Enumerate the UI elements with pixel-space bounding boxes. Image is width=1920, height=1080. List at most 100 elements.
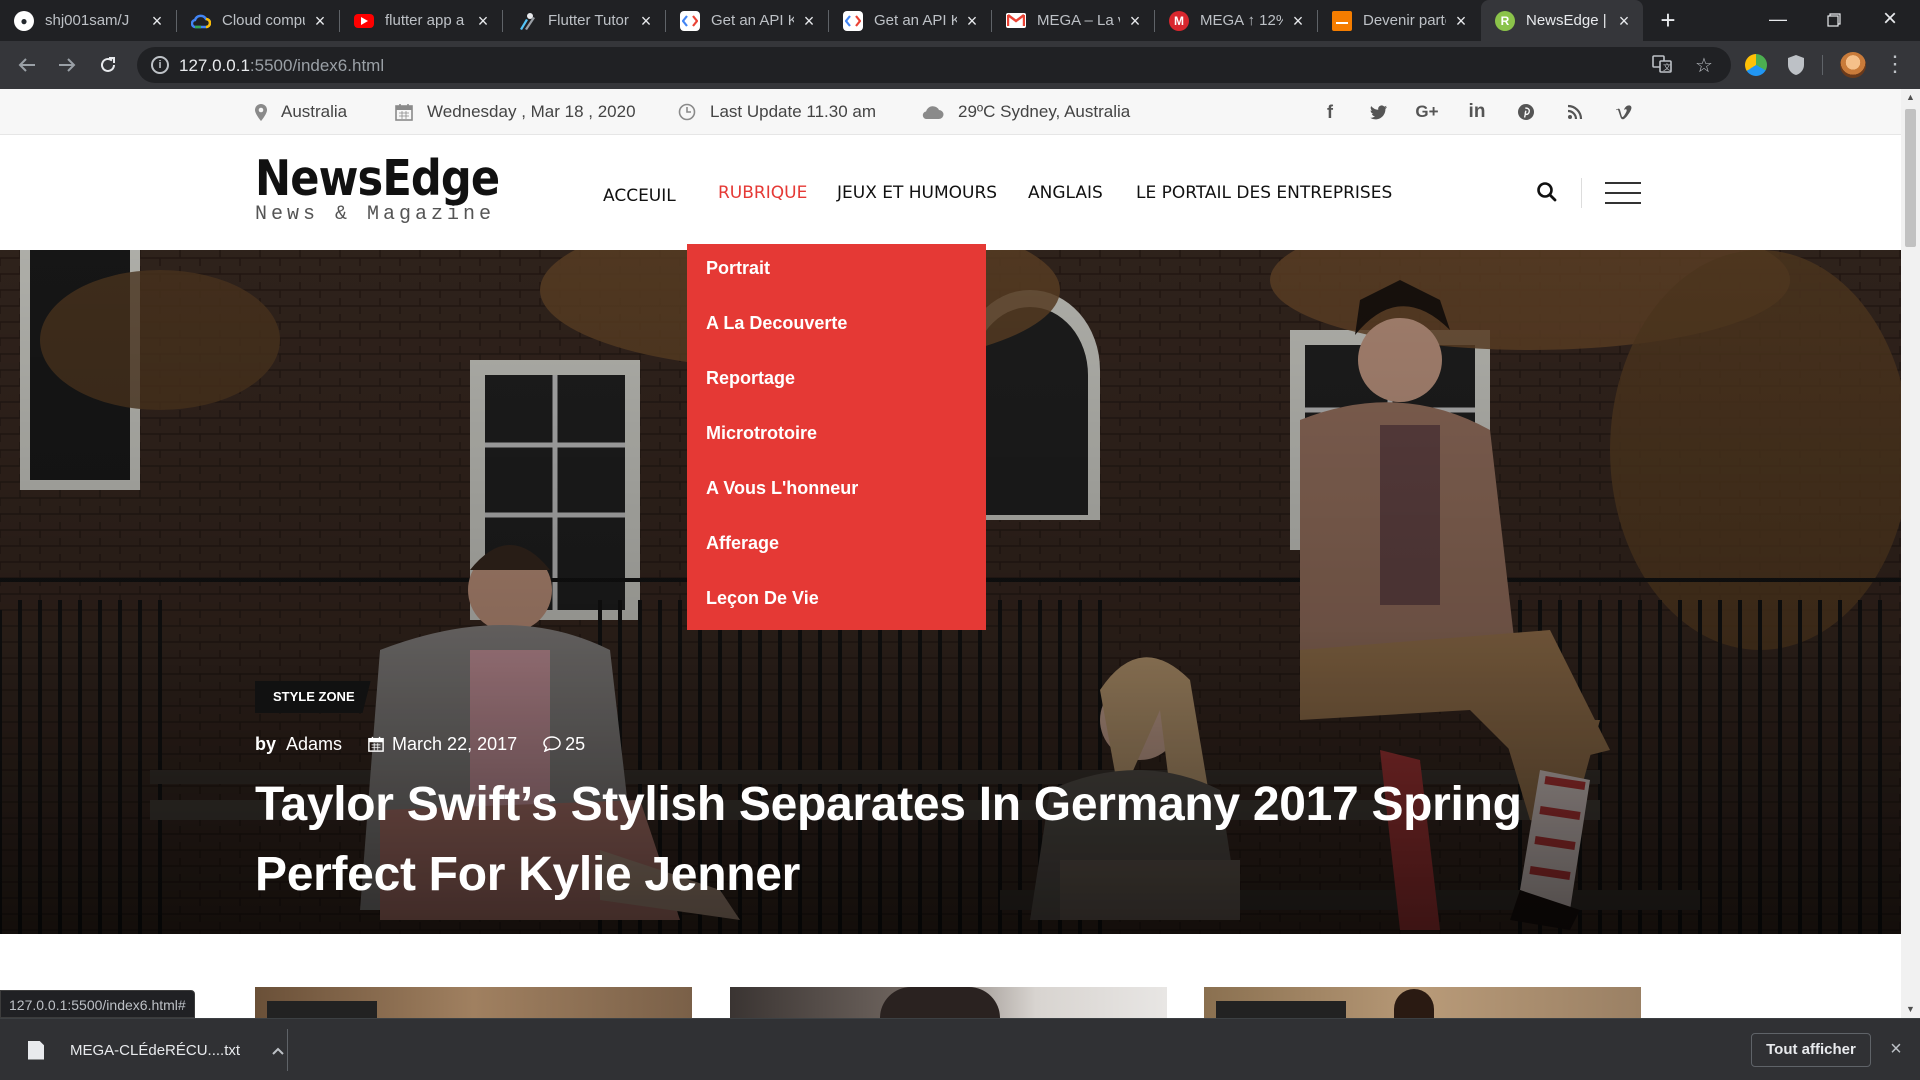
tab-mega[interactable]: M MEGA ↑ 12% × <box>1155 0 1317 41</box>
close-icon[interactable]: × <box>963 12 981 30</box>
post-meta: by Adams March 22, 2017 25 <box>255 731 585 757</box>
tab-title: MEGA ↑ 12% <box>1200 12 1283 29</box>
tab-api-key-1[interactable]: Get an API K × <box>666 0 828 41</box>
tab-title: Get an API K <box>874 12 957 29</box>
tab-youtube[interactable]: flutter app a × <box>340 0 502 41</box>
tab-title: MEGA – La v <box>1037 12 1120 29</box>
tab-title: flutter app a <box>385 12 465 29</box>
tab-strip: ● shj001sam/J × Cloud compu × flutter ap… <box>0 0 1920 41</box>
google-plus-icon[interactable]: G+ <box>1410 89 1444 135</box>
card-image[interactable] <box>255 987 692 1018</box>
developers-icon <box>680 10 700 31</box>
facebook-icon[interactable]: f <box>1313 89 1347 135</box>
hamburger-menu-icon[interactable] <box>1605 182 1641 204</box>
author-link[interactable]: Adams <box>286 734 342 755</box>
close-icon[interactable]: × <box>1126 12 1144 30</box>
dropdown-item-a-vous-lhonneur[interactable]: A Vous L'honneur <box>687 472 986 527</box>
logo-name: NewsEdge <box>255 150 500 207</box>
scrollbar-thumb[interactable] <box>1905 109 1916 247</box>
nav-anglais[interactable]: ANGLAIS <box>1028 135 1103 250</box>
minimize-icon[interactable]: — <box>1750 0 1806 41</box>
tab-title: Flutter Tutor <box>548 12 629 29</box>
rss-icon[interactable] <box>1558 89 1592 135</box>
tab-title: Cloud compu <box>222 12 305 29</box>
address-bar[interactable]: i 127.0.0.1:5500/index6.html 文 ☆ <box>137 47 1731 83</box>
youtube-icon <box>354 13 374 28</box>
info-icon[interactable]: i <box>151 56 169 74</box>
tab-title: shj001sam/J <box>45 12 130 29</box>
dropdown-item-a-la-decouverte[interactable]: A La Decouverte <box>687 307 986 362</box>
restore-icon[interactable] <box>1806 0 1862 41</box>
profile-avatar[interactable] <box>1840 52 1866 78</box>
dropdown-item-microtrotoire[interactable]: Microtrotoire <box>687 417 986 472</box>
nav-jeux-et-humours[interactable]: JEUX ET HUMOURS <box>837 135 997 250</box>
nav-portail-entreprises[interactable]: LE PORTAIL DES ENTREPRISES <box>1136 135 1392 250</box>
close-icon[interactable]: × <box>1615 12 1633 30</box>
shield-icon[interactable] <box>1786 54 1808 76</box>
close-icon[interactable]: × <box>637 12 655 30</box>
nav-acceuil[interactable]: ACCEUIL <box>603 138 676 253</box>
scroll-down-icon[interactable]: ▼ <box>1901 1001 1920 1018</box>
tab-title: Devenir parte <box>1363 12 1446 29</box>
translate-icon[interactable]: 文 <box>1651 55 1673 77</box>
close-icon[interactable]: × <box>1884 1037 1908 1061</box>
close-window-icon[interactable]: × <box>1862 0 1918 41</box>
close-icon[interactable]: × <box>1452 12 1470 30</box>
extension-icon[interactable] <box>1745 54 1767 76</box>
tab-newsedge[interactable]: R NewsEdge | × <box>1481 0 1643 41</box>
date-text: Wednesday , Mar 18 , 2020 <box>427 102 636 121</box>
tab-cloud[interactable]: Cloud compu × <box>177 0 339 41</box>
download-item[interactable]: MEGA-CLÉdeRÉCU....txt <box>12 1029 288 1071</box>
tab-title: Get an API K <box>711 12 794 29</box>
dropdown-item-lecon-de-vie[interactable]: Leçon De Vie <box>687 582 986 637</box>
browser-toolbar: i 127.0.0.1:5500/index6.html 文 ☆ ⋮ <box>0 41 1920 89</box>
page-scrollbar[interactable]: ▲ ▼ <box>1901 89 1920 1018</box>
card-image[interactable] <box>1204 987 1641 1018</box>
card-image[interactable] <box>730 987 1167 1018</box>
close-icon[interactable]: × <box>148 12 166 30</box>
scroll-up-icon[interactable]: ▲ <box>1901 89 1920 106</box>
nav-rubrique[interactable]: RUBRIQUE <box>718 135 807 250</box>
site-logo[interactable]: NewsEdge News & Magazine <box>255 150 533 227</box>
dropdown-item-afferage[interactable]: Afferage <box>687 527 986 582</box>
mega-icon: M <box>1169 10 1189 31</box>
pinterest-icon[interactable] <box>1509 89 1543 135</box>
twitter-icon[interactable] <box>1362 89 1396 135</box>
vimeo-icon[interactable] <box>1607 89 1641 135</box>
download-filename: MEGA-CLÉdeRÉCU....txt <box>70 1041 241 1059</box>
category-badge[interactable]: STYLE ZONE <box>255 681 371 713</box>
dropdown-item-reportage[interactable]: Reportage <box>687 362 986 417</box>
close-icon[interactable]: × <box>311 12 329 30</box>
dropdown-item-portrait[interactable]: Portrait <box>687 252 986 307</box>
close-icon[interactable]: × <box>1289 12 1307 30</box>
new-tab-button[interactable]: + <box>1653 5 1683 35</box>
calendar-icon <box>395 103 413 121</box>
linkedin-icon[interactable]: in <box>1460 89 1494 135</box>
close-icon[interactable]: × <box>474 12 492 30</box>
map-marker-icon <box>255 103 267 121</box>
tab-flutter[interactable]: Flutter Tutor × <box>503 0 665 41</box>
reload-button[interactable] <box>93 50 123 80</box>
tab-blogger[interactable]: Devenir parte × <box>1318 0 1480 41</box>
location-text: Australia <box>281 102 348 121</box>
comment-count[interactable]: 25 <box>565 734 585 755</box>
page-viewport: Australia Wednesday , Mar 18 , 2020 Last… <box>0 89 1901 1018</box>
tab-github[interactable]: ● shj001sam/J × <box>0 0 176 41</box>
clock-icon <box>678 103 696 121</box>
google-cloud-icon <box>191 11 211 31</box>
tab-api-key-2[interactable]: Get an API K × <box>829 0 991 41</box>
forward-button[interactable] <box>52 50 82 80</box>
github-icon: ● <box>14 10 34 31</box>
menu-kebab-icon[interactable]: ⋮ <box>1884 53 1906 75</box>
hero-headline[interactable]: Taylor Swift’s Stylish Separates In Germ… <box>255 770 1555 910</box>
show-all-downloads-button[interactable]: Tout afficher <box>1751 1033 1871 1067</box>
search-icon[interactable] <box>1532 177 1562 207</box>
weather-info: 29ºC Sydney, Australia <box>920 89 1130 135</box>
tab-gmail-mega[interactable]: MEGA – La v × <box>992 0 1154 41</box>
tab-title: NewsEdge | <box>1526 12 1607 29</box>
back-button[interactable] <box>12 50 42 80</box>
bookmark-star-icon[interactable]: ☆ <box>1693 55 1715 77</box>
cloud-icon <box>920 104 944 120</box>
chevron-up-icon[interactable] <box>268 1042 288 1058</box>
close-icon[interactable]: × <box>800 12 818 30</box>
